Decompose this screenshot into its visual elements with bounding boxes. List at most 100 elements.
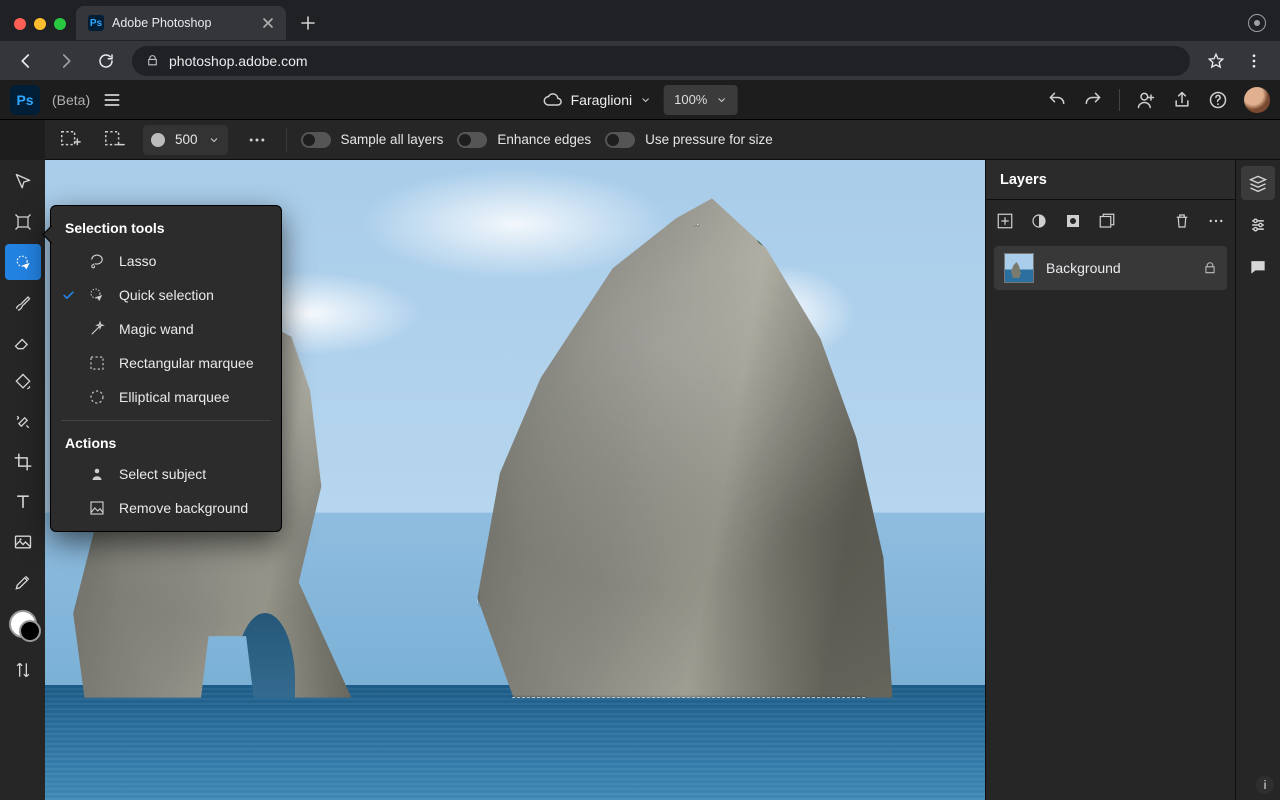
- layer-thumbnail: [1004, 253, 1034, 283]
- chevron-down-icon: [715, 94, 727, 106]
- url-text: photoshop.adobe.com: [169, 53, 308, 69]
- flyout-action-select-subject[interactable]: Select subject: [51, 457, 281, 491]
- flyout-item-rect-marquee[interactable]: Rectangular marquee: [51, 346, 281, 380]
- lock-icon[interactable]: [1203, 261, 1217, 275]
- panel-title: Layers: [986, 160, 1235, 200]
- main-menu-button[interactable]: [102, 90, 122, 110]
- layer-name: Background: [1046, 260, 1121, 276]
- undo-button[interactable]: [1047, 90, 1067, 110]
- tab-close-icon[interactable]: [262, 17, 274, 29]
- image-sea: [45, 685, 985, 800]
- move-tool[interactable]: [5, 164, 41, 200]
- group-button[interactable]: [1098, 212, 1116, 230]
- comments-panel-button[interactable]: [1241, 250, 1275, 284]
- rectangle-marquee-icon: [87, 354, 107, 372]
- flyout-item-ellipse-marquee[interactable]: Elliptical marquee: [51, 380, 281, 414]
- check-icon: [61, 289, 75, 302]
- quick-selection-icon: [87, 286, 107, 304]
- window-minimize-icon[interactable]: [34, 18, 46, 30]
- selection-subtract-icon[interactable]: [99, 125, 129, 155]
- invite-button[interactable]: [1136, 90, 1156, 110]
- toggle-sample-all-layers[interactable]: Sample all layers: [301, 132, 444, 148]
- flyout-item-lasso[interactable]: Lasso: [51, 244, 281, 278]
- profile-indicator[interactable]: [1248, 14, 1280, 40]
- brush-size-dropdown[interactable]: 500: [143, 125, 228, 155]
- lasso-icon: [87, 252, 107, 270]
- browser-tab[interactable]: Ps Adobe Photoshop: [76, 6, 286, 40]
- adjustment-layer-button[interactable]: [1030, 212, 1048, 230]
- adjustments-panel-button[interactable]: [1241, 208, 1275, 242]
- bookmark-star-icon[interactable]: [1202, 47, 1230, 75]
- info-button[interactable]: i: [1256, 776, 1274, 794]
- toggle-use-pressure[interactable]: Use pressure for size: [605, 132, 773, 148]
- divider: [61, 420, 271, 421]
- panel-menu-button[interactable]: [1207, 212, 1225, 230]
- nav-forward-button[interactable]: [52, 47, 80, 75]
- flyout-item-label: Elliptical marquee: [119, 389, 230, 405]
- user-avatar[interactable]: [1244, 87, 1270, 113]
- swap-colors-button[interactable]: [5, 652, 41, 688]
- delete-layer-button[interactable]: [1173, 212, 1191, 230]
- tool-options-bar: 500 Sample all layers Enhance edges Use …: [45, 120, 1280, 160]
- document-title-button[interactable]: Faraglioni: [543, 90, 652, 110]
- type-tool[interactable]: [5, 484, 41, 520]
- redo-button[interactable]: [1083, 90, 1103, 110]
- right-rail: [1235, 160, 1280, 800]
- color-swatch[interactable]: [9, 610, 37, 638]
- nav-back-button[interactable]: [12, 47, 40, 75]
- zoom-value: 100%: [674, 92, 707, 107]
- layer-row[interactable]: Background: [994, 246, 1227, 290]
- help-button[interactable]: [1208, 90, 1228, 110]
- transform-tool[interactable]: [5, 204, 41, 240]
- layers-panel: Layers Background: [985, 160, 1235, 800]
- more-options-button[interactable]: [242, 125, 272, 155]
- mask-button[interactable]: [1064, 212, 1082, 230]
- remove-background-icon: [87, 499, 107, 517]
- toggle-icon: [605, 132, 635, 148]
- selection-tool[interactable]: [5, 244, 41, 280]
- flyout-item-label: Lasso: [119, 253, 156, 269]
- toggle-icon: [301, 132, 331, 148]
- tab-title: Adobe Photoshop: [112, 16, 211, 30]
- flyout-item-label: Quick selection: [119, 287, 214, 303]
- brush-tool[interactable]: [5, 284, 41, 320]
- browser-menu-button[interactable]: [1240, 47, 1268, 75]
- nav-reload-button[interactable]: [92, 47, 120, 75]
- flyout-action-remove-background[interactable]: Remove background: [51, 491, 281, 525]
- properties-panel-button[interactable]: [1241, 166, 1275, 200]
- window-traffic-lights[interactable]: [8, 18, 76, 40]
- zoom-dropdown[interactable]: 100%: [664, 85, 737, 115]
- flyout-item-magic-wand[interactable]: Magic wand: [51, 312, 281, 346]
- selection-add-icon[interactable]: [55, 125, 85, 155]
- divider: [286, 128, 287, 152]
- window-close-icon[interactable]: [14, 18, 26, 30]
- divider: [1119, 89, 1120, 111]
- app-logo-icon[interactable]: Ps: [10, 85, 40, 115]
- window-zoom-icon[interactable]: [54, 18, 66, 30]
- flyout-item-label: Select subject: [119, 466, 206, 482]
- eraser-tool[interactable]: [5, 324, 41, 360]
- crop-tool[interactable]: [5, 444, 41, 480]
- eyedropper-tool[interactable]: [5, 564, 41, 600]
- app-frame: Ps (Beta) Faraglioni 100%: [0, 80, 1280, 800]
- fill-tool[interactable]: [5, 364, 41, 400]
- address-bar-row: photoshop.adobe.com: [0, 40, 1280, 80]
- toggle-enhance-edges[interactable]: Enhance edges: [457, 132, 591, 148]
- share-button[interactable]: [1172, 90, 1192, 110]
- layers-toolbar: [986, 200, 1235, 242]
- flyout-item-quick-selection[interactable]: Quick selection: [51, 278, 281, 312]
- toggle-label: Enhance edges: [497, 132, 591, 147]
- tab-strip: Ps Adobe Photoshop: [0, 0, 1280, 40]
- address-bar[interactable]: photoshop.adobe.com: [132, 46, 1190, 76]
- tool-rail: [0, 160, 45, 800]
- magic-wand-icon: [87, 320, 107, 338]
- place-image-tool[interactable]: [5, 524, 41, 560]
- flyout-title: Selection tools: [51, 216, 281, 244]
- document-name: Faraglioni: [571, 92, 632, 108]
- flyout-item-label: Magic wand: [119, 321, 194, 337]
- heal-tool[interactable]: [5, 404, 41, 440]
- new-tab-button[interactable]: [294, 9, 322, 37]
- add-layer-button[interactable]: [996, 212, 1014, 230]
- browser-chrome: Ps Adobe Photoshop photoshop.adobe.com: [0, 0, 1280, 80]
- chevron-down-icon: [208, 134, 220, 146]
